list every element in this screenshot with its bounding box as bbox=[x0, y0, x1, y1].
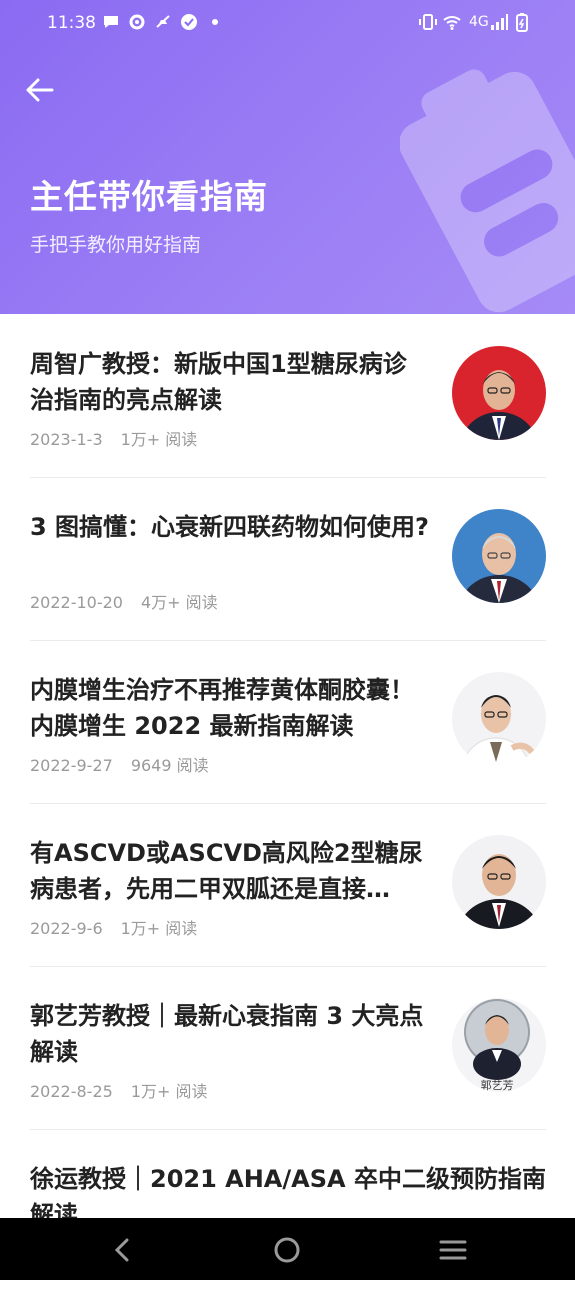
article-meta: 2022-9-27 9649 阅读 bbox=[30, 752, 209, 776]
circle-home-icon bbox=[274, 1237, 300, 1263]
article-title: 周智广教授：新版中国1型糖尿病诊治指南的亮点解读 bbox=[30, 350, 407, 414]
article-title: 3 图搞懂：心衰新四联药物如何使用? bbox=[30, 513, 429, 541]
article-title: 内膜增生治疗不再推荐黄体酮胶囊！内膜增生 2022 最新指南解读 bbox=[30, 676, 414, 740]
dot-icon bbox=[205, 12, 225, 32]
article-date: 2022-8-25 bbox=[30, 1082, 113, 1101]
article-reads: 1万+ 阅读 bbox=[130, 1082, 208, 1101]
system-navigation-bar bbox=[0, 1218, 575, 1280]
author-avatar bbox=[452, 835, 546, 929]
article-item[interactable]: 周智广教授：新版中国1型糖尿病诊治指南的亮点解读 2023-1-3 1万+ 阅读 bbox=[30, 314, 546, 478]
author-avatar: 郭艺芳 bbox=[452, 998, 546, 1092]
avatar-caption: 郭艺芳 bbox=[481, 1078, 514, 1092]
article-item[interactable]: 有ASCVD或ASCVD高风险2型糖尿病患者，先用二甲双胍还是直接… 2022-… bbox=[30, 803, 546, 967]
article-date: 2022-9-6 bbox=[30, 919, 103, 938]
clipboard-decoration-icon bbox=[400, 69, 575, 313]
author-avatar bbox=[452, 346, 546, 440]
article-title: 有ASCVD或ASCVD高风险2型糖尿病患者，先用二甲双胍还是直接… bbox=[30, 839, 423, 903]
article-reads: 1万+ 阅读 bbox=[120, 430, 198, 449]
arrow-left-icon bbox=[26, 78, 54, 102]
status-time: 11:38 bbox=[47, 13, 96, 33]
article-meta: 2022-8-25 1万+ 阅读 bbox=[30, 1078, 208, 1102]
article-reads: 1万+ 阅读 bbox=[120, 919, 198, 938]
article-meta: 2022-10-20 4万+ 阅读 bbox=[30, 589, 218, 613]
article-item[interactable]: 郭艺芳教授｜最新心衰指南 3 大亮点解读 2022-8-25 1万+ 阅读 郭艺芳 bbox=[30, 966, 546, 1130]
nav-home-button[interactable] bbox=[269, 1232, 305, 1268]
article-item[interactable]: 内膜增生治疗不再推荐黄体酮胶囊！内膜增生 2022 最新指南解读 2022-9-… bbox=[30, 640, 546, 804]
page-title: 主任带你看指南 bbox=[30, 177, 268, 216]
status-bar: 11:38 4G bbox=[0, 0, 575, 48]
nav-menu-button[interactable] bbox=[435, 1232, 471, 1268]
header-banner: 11:38 4G 主任带你看指南 手把手教你用好指南 bbox=[0, 0, 575, 314]
back-button[interactable] bbox=[20, 72, 60, 108]
wifi-icon bbox=[442, 12, 462, 32]
article-meta: 2022-9-6 1万+ 阅读 bbox=[30, 915, 197, 939]
article-date: 2023-1-3 bbox=[30, 430, 103, 449]
network-type: 4G bbox=[469, 14, 489, 30]
author-avatar bbox=[452, 672, 546, 766]
vibrate-icon bbox=[418, 12, 438, 32]
check-circle-icon bbox=[179, 12, 199, 32]
article-title: 郭艺芳教授｜最新心衰指南 3 大亮点解读 bbox=[30, 1002, 424, 1066]
nav-back-button[interactable] bbox=[105, 1232, 141, 1268]
mute-icon bbox=[153, 12, 173, 32]
battery-icon bbox=[512, 12, 532, 32]
chevron-left-icon bbox=[114, 1238, 129, 1262]
menu-icon bbox=[439, 1240, 467, 1260]
gear-icon bbox=[127, 12, 147, 32]
article-reads: 4万+ 阅读 bbox=[140, 593, 218, 612]
article-date: 2022-10-20 bbox=[30, 593, 123, 612]
article-item[interactable]: 3 图搞懂：心衰新四联药物如何使用? 2022-10-20 4万+ 阅读 bbox=[30, 477, 546, 641]
page-subtitle: 手把手教你用好指南 bbox=[30, 234, 202, 256]
article-meta: 2023-1-3 1万+ 阅读 bbox=[30, 426, 197, 450]
article-date: 2022-9-27 bbox=[30, 756, 113, 775]
article-reads: 9649 阅读 bbox=[130, 756, 209, 775]
message-icon bbox=[101, 12, 121, 32]
signal-icon bbox=[489, 12, 509, 32]
author-avatar bbox=[452, 509, 546, 603]
